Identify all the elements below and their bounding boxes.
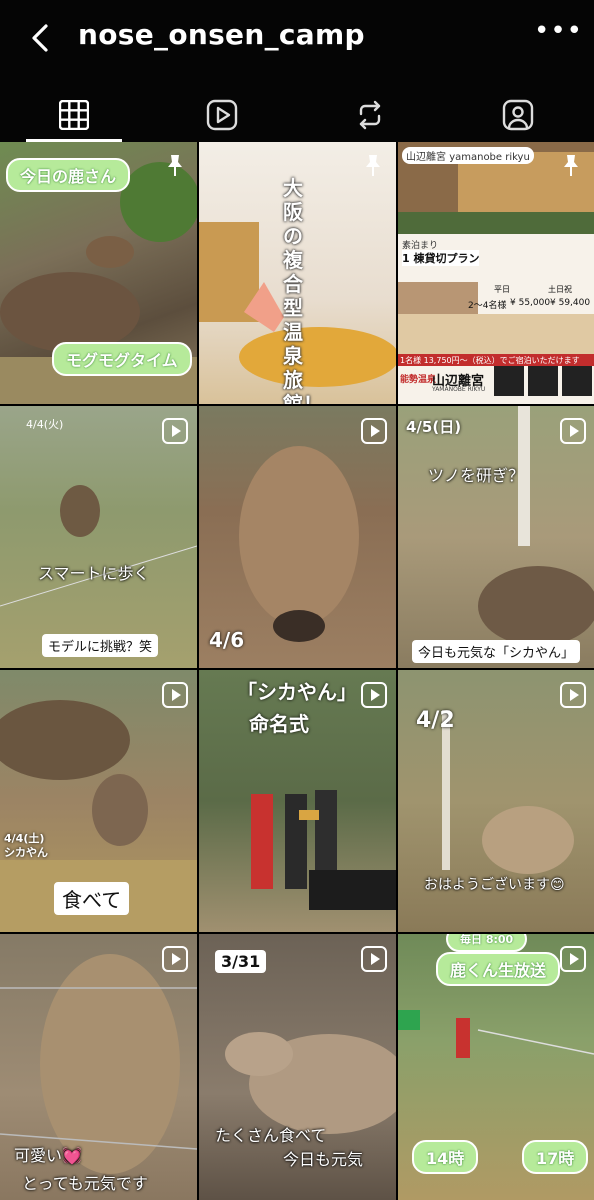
post-tile[interactable]: 4/4(土) シカやん 食べて [0, 670, 197, 932]
reel-icon [162, 682, 188, 708]
post-tile[interactable]: 可愛い💓 とっても元気です [0, 934, 197, 1200]
brand-sub: YAMANOBE RIKYU [432, 386, 486, 393]
price-col-weekend: 土日祝 [548, 285, 572, 294]
post-caption: モデルに挑戦？笑 [42, 634, 159, 657]
post-caption: おはようございます😊 [424, 877, 565, 893]
post-caption: モグモグタイム [52, 342, 192, 376]
stream-time: 14時 [412, 1140, 479, 1174]
post-tile[interactable]: 3/31 たくさん食べて 今日も元気 [199, 934, 396, 1200]
reels-icon [206, 99, 238, 131]
plan-title: 1 棟貸切プラン [402, 250, 480, 266]
post-caption: スマートに歩く [38, 564, 150, 583]
profile-tabs [0, 88, 594, 142]
post-caption: 今日も元気な「シカやん」 [412, 640, 581, 663]
price-weekend: ¥ 59,400 [550, 298, 591, 308]
reel-icon [162, 418, 188, 444]
post-caption: 食べて [54, 882, 130, 915]
post-date: 4/5(日) [406, 418, 462, 436]
post-tile[interactable]: 大阪の複合型温泉旅館！ [199, 142, 396, 404]
post-tag: 毎日 8:00 [446, 934, 528, 952]
post-date: 4/4(火) [26, 418, 64, 431]
post-tile[interactable]: 山辺離宮 yamanobe rikyu 素泊まり 1 棟貸切プラン 平日 土日祝… [398, 142, 594, 404]
post-tile[interactable]: 毎日 8:00 鹿くん生放送 14時 17時 [398, 934, 594, 1200]
price-col-weekday: 平日 [494, 285, 510, 294]
post-title: 「シカやん」 [237, 680, 357, 704]
ryokan-logo: 山辺離宮 yamanobe rikyu [402, 147, 534, 164]
stream-time: 17時 [522, 1140, 589, 1174]
profile-username: nose_onsen_camp [78, 18, 365, 51]
post-date: 4/6 [209, 628, 245, 652]
pin-icon [366, 155, 380, 176]
deer-photo [0, 485, 197, 607]
post-caption: 可愛い💓 [14, 1146, 82, 1165]
reel-icon [361, 946, 387, 972]
post-title: 鹿くん生放送 [436, 952, 561, 986]
post-tile[interactable]: 4/5(日) ツノを研ぎ？ 今日も元気な「シカやん」 [398, 406, 594, 668]
reel-icon [361, 682, 387, 708]
onsen-tag: 能勢温泉 [400, 375, 437, 385]
tab-reposts[interactable] [296, 88, 444, 142]
pin-icon [168, 155, 182, 176]
tagged-icon [502, 99, 534, 131]
tab-grid[interactable] [0, 88, 148, 142]
tab-reels[interactable] [148, 88, 296, 142]
back-arrow-icon[interactable] [26, 22, 58, 54]
post-tag: 今日の鹿さん [6, 158, 131, 192]
profile-header: nose_onsen_camp ••• [0, 0, 594, 88]
reel-icon [560, 946, 586, 972]
tab-tagged[interactable] [444, 88, 592, 142]
post-title: 命名式 [249, 712, 309, 736]
posts-grid: 今日の鹿さん モグモグタイム 大阪の複合型温泉旅館！ 山辺離宮 yamanobe… [0, 142, 594, 1200]
post-caption: 今日も元気 [283, 1150, 364, 1169]
grid-icon [59, 100, 89, 130]
guest-count: 2〜4名様 [468, 301, 507, 311]
logo-text: 山辺離宮 [406, 152, 446, 163]
post-tile[interactable]: 4/4(火) スマートに歩く モデルに挑戦？笑 [0, 406, 197, 668]
reel-icon [560, 682, 586, 708]
pin-icon [564, 155, 578, 176]
deer-name: シカやん [4, 846, 48, 859]
reel-icon [361, 418, 387, 444]
post-tile[interactable]: 4/2 おはようございます😊 [398, 670, 594, 932]
repost-icon [359, 100, 381, 130]
more-options-icon[interactable]: ••• [534, 16, 583, 46]
post-tile[interactable]: 4/6 [199, 406, 396, 668]
post-title: 大阪の複合型温泉旅館！ [283, 176, 323, 404]
post-caption: たくさん食べて [215, 1126, 327, 1145]
post-tile[interactable]: 今日の鹿さん モグモグタイム [0, 142, 197, 404]
deer-photo [478, 406, 594, 646]
reel-icon [560, 418, 586, 444]
post-date: 4/2 [416, 708, 455, 733]
post-caption: とっても元気です [22, 1174, 148, 1193]
post-caption: ツノを研ぎ？ [428, 466, 525, 485]
price-note: 1名様 13,750円〜（税込）でご宿泊いただけます [400, 356, 580, 365]
post-date: 3/31 [215, 950, 267, 973]
post-tile[interactable]: 「シカやん」 命名式 [199, 670, 396, 932]
reel-icon [162, 946, 188, 972]
price-weekday: ¥ 55,000 [510, 298, 551, 308]
logo-sub: yamanobe rikyu [449, 152, 530, 163]
